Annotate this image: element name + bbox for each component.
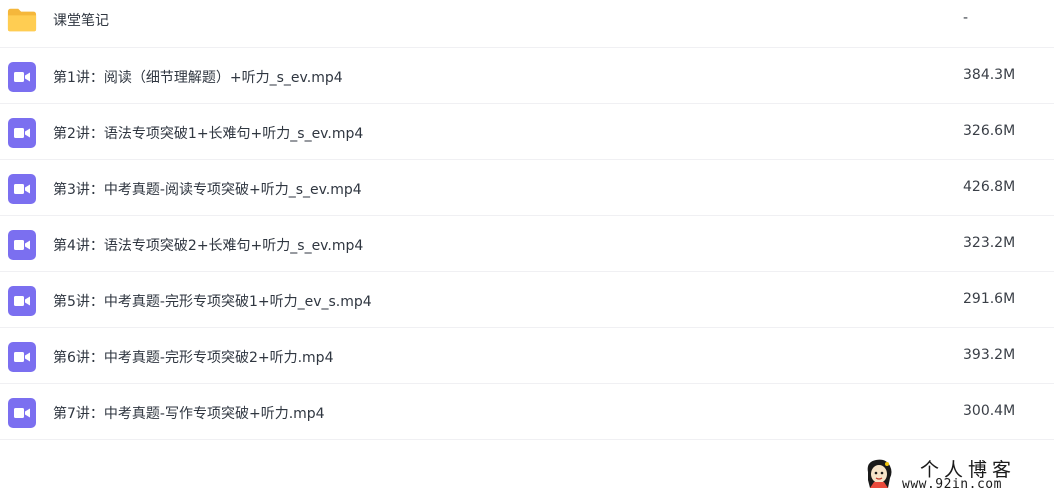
file-list: 课堂笔记 - 第1讲：阅读（细节理解题）+听力_s_ev.mp4 384.3M … <box>0 0 1054 440</box>
file-name: 第3讲：中考真题-阅读专项突破+听力_s_ev.mp4 <box>53 182 362 198</box>
list-item-video[interactable]: 第7讲：中考真题-写作专项突破+听力.mp4 300.4M <box>0 384 1054 440</box>
video-icon <box>7 174 37 204</box>
list-item-video[interactable]: 第2讲：语法专项突破1+长难句+听力_s_ev.mp4 326.6M <box>0 104 1054 160</box>
video-icon <box>7 230 37 260</box>
file-name: 第4讲：语法专项突破2+长难句+听力_s_ev.mp4 <box>53 238 364 254</box>
file-size: 323.2M <box>963 235 1016 251</box>
file-size: 426.8M <box>963 179 1016 195</box>
list-item-video[interactable]: 第4讲：语法专项突破2+长难句+听力_s_ev.mp4 323.2M <box>0 216 1054 272</box>
video-icon <box>7 286 37 316</box>
file-name: 第2讲：语法专项突破1+长难句+听力_s_ev.mp4 <box>53 126 364 142</box>
cartoon-avatar-icon <box>864 458 894 492</box>
video-icon <box>7 398 37 428</box>
file-name: 第5讲：中考真题-完形专项突破1+听力_ev_s.mp4 <box>53 294 372 310</box>
video-icon <box>7 118 37 148</box>
file-name: 第6讲：中考真题-完形专项突破2+听力.mp4 <box>53 350 334 366</box>
file-size: 384.3M <box>963 67 1016 83</box>
watermark-url: www.92in.com <box>902 477 1002 492</box>
list-item-folder[interactable]: 课堂笔记 - <box>0 0 1054 48</box>
blog-watermark: 个人博客 www.92in.com <box>858 455 1054 497</box>
file-size: 326.6M <box>963 123 1016 139</box>
folder-icon <box>7 6 37 34</box>
file-name: 第1讲：阅读（细节理解题）+听力_s_ev.mp4 <box>53 70 343 86</box>
file-size: 300.4M <box>963 403 1016 419</box>
video-icon <box>7 342 37 372</box>
file-name: 课堂笔记 <box>53 13 109 29</box>
file-size: - <box>963 10 969 26</box>
file-size: 291.6M <box>963 291 1016 307</box>
file-name: 第7讲：中考真题-写作专项突破+听力.mp4 <box>53 406 325 422</box>
list-item-video[interactable]: 第3讲：中考真题-阅读专项突破+听力_s_ev.mp4 426.8M <box>0 160 1054 216</box>
video-icon <box>7 62 37 92</box>
list-item-video[interactable]: 第5讲：中考真题-完形专项突破1+听力_ev_s.mp4 291.6M <box>0 272 1054 328</box>
file-size: 393.2M <box>963 347 1016 363</box>
list-item-video[interactable]: 第6讲：中考真题-完形专项突破2+听力.mp4 393.2M <box>0 328 1054 384</box>
list-item-video[interactable]: 第1讲：阅读（细节理解题）+听力_s_ev.mp4 384.3M <box>0 48 1054 104</box>
